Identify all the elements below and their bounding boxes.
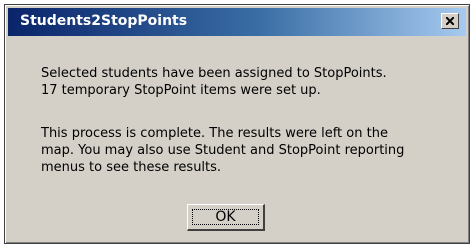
message-line: 17 temporary StopPoint items were set up… [41,83,321,98]
message-line: Selected students have been assigned to … [41,66,387,81]
dialog-title: Students2StopPoints [20,13,188,29]
ok-button[interactable]: OK [187,204,265,231]
message-dialog: Students2StopPoints Selected students ha… [4,4,470,244]
close-icon [446,17,454,25]
message-line: menus to see these results. [41,160,222,175]
title-bar[interactable]: Students2StopPoints [8,8,466,36]
message-line: map. You may also use Student and StopPo… [41,143,405,158]
ok-button-label: OK [215,209,236,225]
message-line: This process is complete. The results we… [41,126,388,141]
close-button[interactable] [441,13,459,29]
